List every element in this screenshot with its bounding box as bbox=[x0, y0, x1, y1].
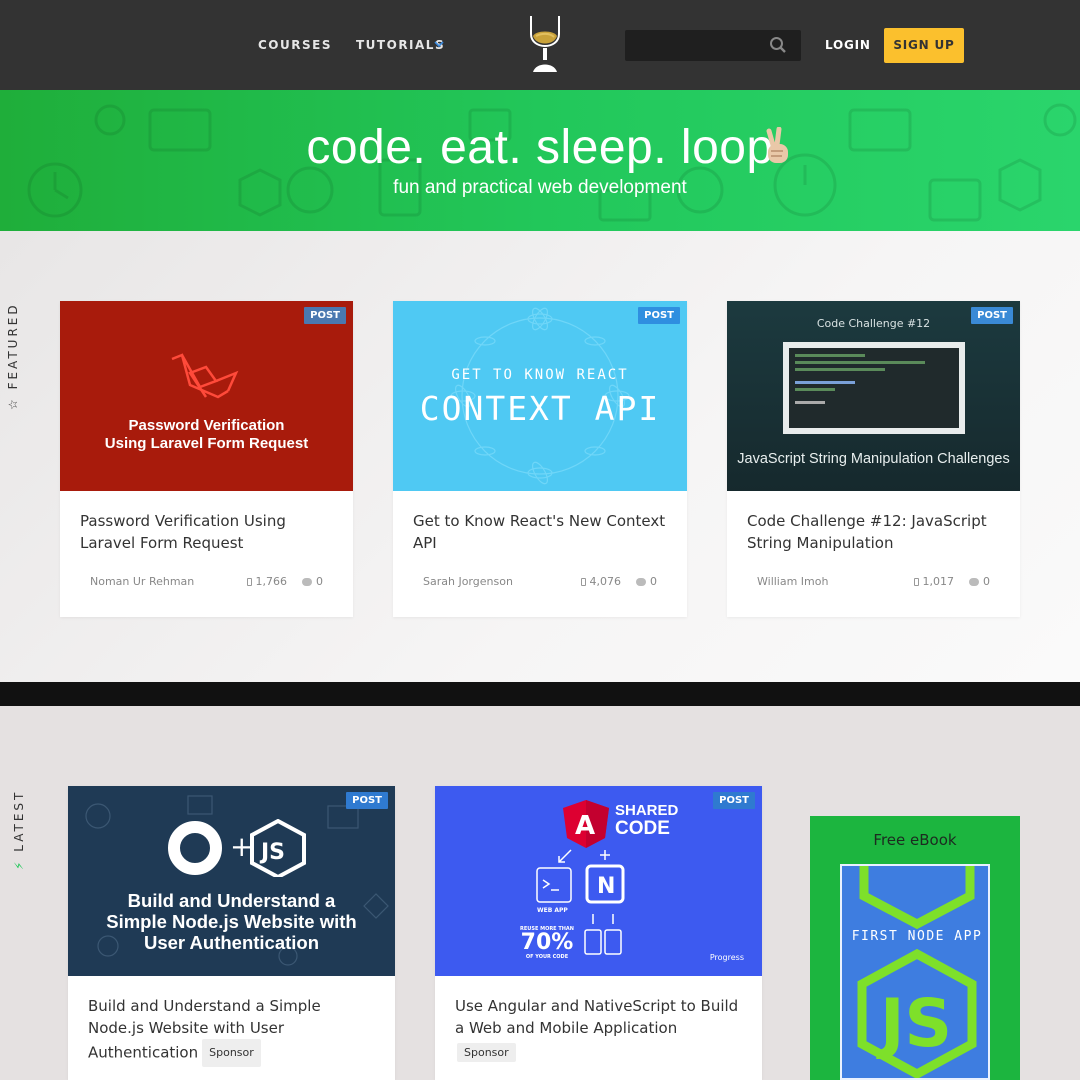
post-badge: POST bbox=[638, 307, 680, 324]
nav-courses-link[interactable]: COURSES bbox=[258, 38, 332, 52]
comment-icon bbox=[636, 578, 646, 586]
svg-text:+: + bbox=[230, 830, 253, 863]
nodejs-hexagon-icon: JS bbox=[857, 866, 977, 1078]
signup-button[interactable]: SIGN UP bbox=[884, 28, 964, 63]
hero-subtitle: fun and practical web development bbox=[393, 177, 687, 198]
svg-text:N: N bbox=[597, 874, 615, 899]
post-badge: POST bbox=[971, 307, 1013, 324]
progress-brand: Progress bbox=[709, 953, 744, 962]
chevron-down-icon[interactable] bbox=[434, 40, 444, 48]
card-thumbnail[interactable]: Code Challenge #12 JavaScript String Man… bbox=[727, 301, 1020, 491]
svg-text:A: A bbox=[575, 811, 595, 841]
featured-card[interactable]: GET TO KNOW REACT CONTEXT API POST Get t… bbox=[393, 301, 687, 617]
latest-card[interactable]: A SHARED CODE N WEB APP REUSE MORE THAN … bbox=[435, 786, 762, 1080]
card-title[interactable]: Password Verification Using Laravel Form… bbox=[80, 510, 342, 554]
post-badge: POST bbox=[713, 792, 755, 809]
nav-tutorials-link[interactable]: TUTORIALS bbox=[356, 38, 445, 52]
post-badge: POST bbox=[346, 792, 388, 809]
hero-banner: code. eat. sleep. loop fun and practical… bbox=[0, 90, 1080, 231]
views-icon bbox=[246, 578, 252, 586]
search-input[interactable] bbox=[625, 30, 801, 61]
free-ebook-promo[interactable]: Free eBook JS FIRST NODE APP bbox=[810, 816, 1020, 1080]
thumbnail-text: Build and Understand a Simple Node.js We… bbox=[106, 890, 357, 953]
sponsor-tag: Sponsor bbox=[457, 1043, 516, 1062]
ebook-cover-text: FIRST NODE APP bbox=[851, 929, 983, 944]
card-author[interactable]: Noman Ur Rehman bbox=[90, 575, 194, 588]
latest-label: ⚡ LATEST bbox=[12, 789, 26, 870]
thumbnail-subtext: GET TO KNOW REACT bbox=[451, 367, 629, 383]
card-comments[interactable]: 0 bbox=[636, 575, 657, 588]
reuse-stat: REUSE MORE THAN 70% OF YOUR CODE bbox=[520, 926, 574, 960]
thumbnail-text: Password Verification Using Laravel Form… bbox=[104, 417, 309, 452]
card-title[interactable]: Get to Know React's New Context API bbox=[413, 510, 675, 554]
featured-card[interactable]: Password Verification Using Laravel Form… bbox=[60, 301, 353, 617]
post-badge: POST bbox=[304, 307, 346, 324]
sponsor-tag: Sponsor bbox=[202, 1039, 261, 1067]
featured-card[interactable]: Code Challenge #12 JavaScript String Man… bbox=[727, 301, 1020, 617]
hero-title: code. eat. sleep. loop bbox=[306, 121, 774, 174]
laravel-logo-icon bbox=[171, 353, 239, 399]
login-link[interactable]: LOGIN bbox=[825, 38, 871, 52]
latest-card[interactable]: + JS Build and Understand a Simple Node.… bbox=[68, 786, 395, 1080]
card-thumbnail[interactable]: A SHARED CODE N WEB APP REUSE MORE THAN … bbox=[435, 786, 762, 976]
svg-text:JS: JS bbox=[876, 985, 952, 1062]
thumbnail-text: JavaScript String Manipulation Challenge… bbox=[737, 451, 1010, 467]
nodejs-logo-icon: + JS bbox=[168, 819, 306, 877]
comment-icon bbox=[302, 578, 312, 586]
search-icon[interactable] bbox=[769, 36, 787, 54]
svg-text:JS: JS bbox=[259, 840, 285, 865]
code-window-image bbox=[783, 342, 965, 434]
thumbnail-text: CONTEXT API bbox=[419, 389, 661, 428]
top-navbar: COURSES TUTORIALS LOGIN SIGN UP bbox=[0, 0, 1080, 90]
card-title[interactable]: Code Challenge #12: JavaScript String Ma… bbox=[747, 510, 1009, 554]
thumbnail-text: SHARED CODE bbox=[615, 802, 679, 839]
card-author[interactable]: William Imoh bbox=[757, 575, 828, 588]
web-app-label: WEB APP bbox=[537, 907, 568, 914]
card-author[interactable]: Sarah Jorgenson bbox=[423, 575, 513, 588]
card-title[interactable]: Use Angular and NativeScript to Build a … bbox=[455, 995, 747, 1039]
ebook-cover-image[interactable]: JS FIRST NODE APP bbox=[840, 864, 990, 1080]
section-divider bbox=[0, 682, 1080, 706]
views-icon bbox=[580, 578, 586, 586]
card-title[interactable]: Build and Understand a Simple Node.js We… bbox=[88, 995, 378, 1067]
views-icon bbox=[913, 578, 919, 586]
peace-hand-icon bbox=[766, 127, 788, 163]
card-thumbnail[interactable]: Password Verification Using Laravel Form… bbox=[60, 301, 353, 491]
card-comments[interactable]: 0 bbox=[302, 575, 323, 588]
star-icon: ☆ bbox=[6, 389, 20, 410]
angular-logo-icon: A bbox=[563, 800, 609, 848]
card-thumbnail[interactable]: GET TO KNOW REACT CONTEXT API POST bbox=[393, 301, 687, 491]
whisky-glass-logo[interactable] bbox=[524, 14, 566, 76]
card-thumbnail[interactable]: + JS Build and Understand a Simple Node.… bbox=[68, 786, 395, 976]
card-views: 4,076 bbox=[580, 575, 621, 588]
card-views: 1,766 bbox=[246, 575, 287, 588]
bolt-icon: ⚡ bbox=[12, 851, 26, 870]
card-comments[interactable]: 0 bbox=[969, 575, 990, 588]
featured-label: ☆ FEATURED bbox=[6, 302, 20, 410]
card-views: 1,017 bbox=[913, 575, 954, 588]
ebook-title: Free eBook bbox=[873, 831, 957, 849]
comment-icon bbox=[969, 578, 979, 586]
